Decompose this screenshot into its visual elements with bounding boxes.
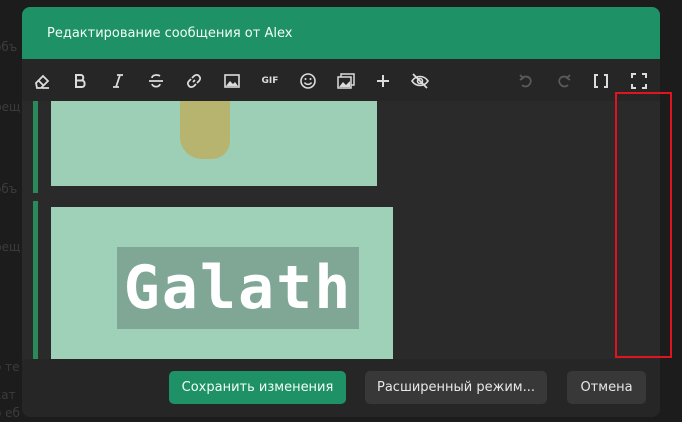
image-figure — [180, 101, 230, 159]
background-text: объ — [0, 40, 18, 54]
emoji-icon[interactable] — [294, 67, 322, 95]
image-icon[interactable] — [218, 67, 246, 95]
quote-bar — [33, 201, 38, 359]
background-text: о те — [0, 360, 20, 374]
hide-icon[interactable] — [406, 67, 434, 95]
background-text: о еб — [0, 406, 20, 420]
redo-icon[interactable] — [550, 67, 578, 95]
edit-message-modal: Редактирование сообщения от Alex GIF Gal… — [22, 7, 660, 417]
modal-header: Редактирование сообщения от Alex — [22, 7, 660, 59]
modal-title: Редактирование сообщения от Alex — [47, 25, 293, 41]
advanced-mode-button[interactable]: Расширенный режим... — [365, 371, 547, 404]
plus-icon[interactable] — [369, 67, 397, 95]
highlight-box — [615, 92, 672, 358]
cancel-button[interactable]: Отмена — [567, 371, 646, 404]
bbcode-icon[interactable] — [587, 67, 615, 95]
strikethrough-icon[interactable] — [142, 67, 170, 95]
message-editor[interactable]: Galath — [22, 101, 660, 359]
save-changes-button[interactable]: Сохранить изменения — [169, 371, 346, 404]
gif-icon[interactable]: GIF — [256, 67, 284, 95]
editor-toolbar: GIF — [22, 63, 660, 99]
background-text: рещ — [0, 240, 21, 254]
italic-icon[interactable] — [104, 67, 132, 95]
fullscreen-icon[interactable] — [625, 67, 653, 95]
image-caption: Galath — [117, 247, 359, 329]
link-icon[interactable] — [180, 67, 208, 95]
embedded-image: Galath — [51, 207, 393, 359]
gallery-icon[interactable] — [332, 67, 360, 95]
eraser-icon[interactable] — [28, 67, 56, 95]
background-text: объ — [0, 182, 18, 196]
background-text: кат — [0, 388, 16, 402]
background-text: рещ — [0, 100, 21, 114]
embedded-image — [51, 101, 377, 186]
bold-icon[interactable] — [66, 67, 94, 95]
modal-footer: Сохранить изменения Расширенный режим...… — [22, 359, 660, 417]
quote-bar — [33, 101, 38, 193]
gif-label: GIF — [261, 76, 279, 86]
undo-icon[interactable] — [512, 67, 540, 95]
